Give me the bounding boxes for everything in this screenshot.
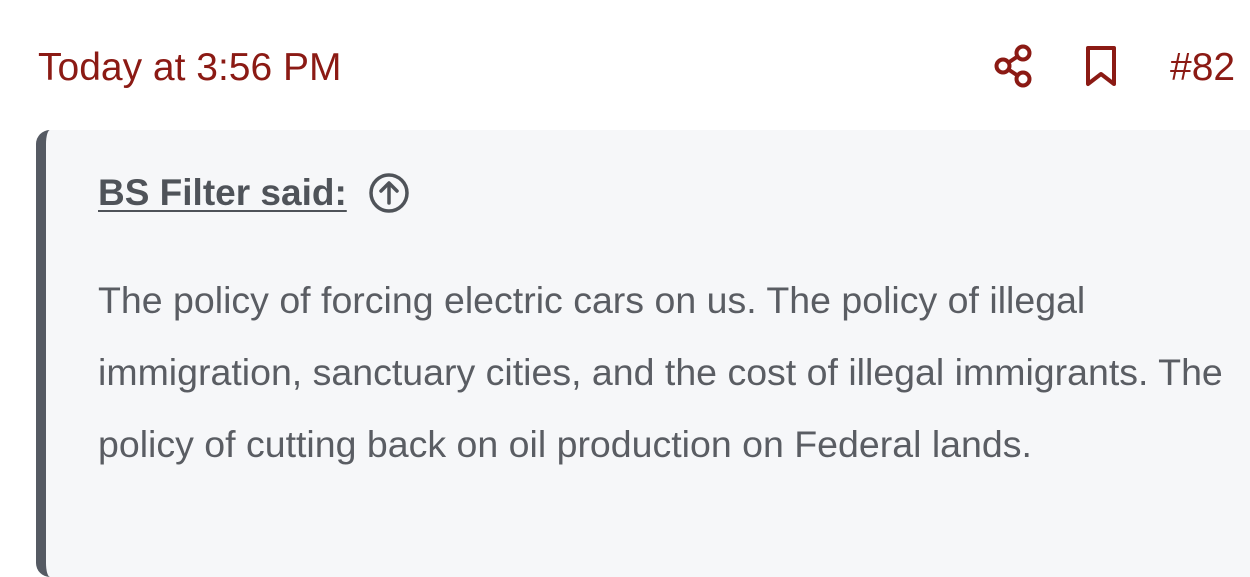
share-icon[interactable]: [994, 44, 1034, 88]
quote-author-link[interactable]: BS Filter said:: [98, 172, 347, 214]
quote-author-row: BS Filter said:: [98, 170, 411, 216]
quote-block: BS Filter said: The policy of forcing el…: [36, 130, 1250, 577]
post-number-link[interactable]: #82: [1170, 44, 1235, 92]
bookmark-icon[interactable]: [1084, 44, 1118, 88]
quote-text: The policy of forcing electric cars on u…: [98, 279, 1223, 465]
post-header: Today at 3:56 PM #82: [0, 0, 1250, 130]
arrow-up-circle-icon[interactable]: [367, 171, 411, 215]
post-timestamp-link[interactable]: Today at 3:56 PM: [38, 44, 342, 92]
